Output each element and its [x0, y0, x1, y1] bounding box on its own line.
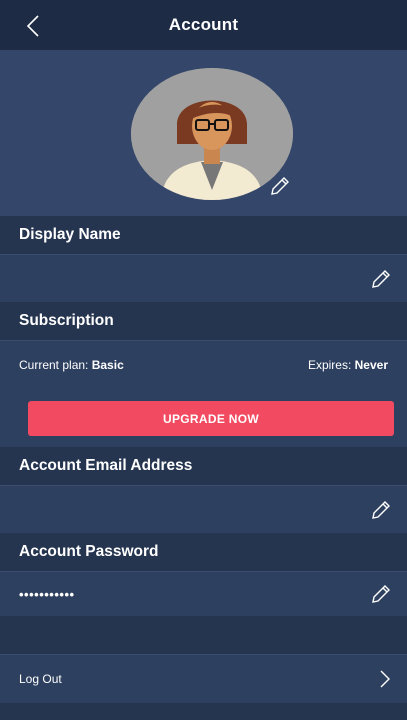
- back-button[interactable]: [22, 13, 44, 39]
- section-header-display-name: Display Name: [0, 216, 407, 254]
- section-header-subscription: Subscription: [0, 302, 407, 340]
- profile-section: [0, 50, 407, 216]
- upgrade-now-button[interactable]: UPGRADE NOW: [28, 401, 394, 436]
- section-header-email: Account Email Address: [0, 447, 407, 485]
- section-label: Account Email Address: [19, 457, 193, 474]
- expires-label: Expires:: [307, 357, 352, 372]
- section-label: Account Password: [19, 543, 159, 560]
- current-plan-value: Basic: [91, 357, 124, 372]
- current-plan-label: Current plan:: [19, 357, 89, 372]
- pencil-icon[interactable]: [369, 582, 393, 606]
- expires-value: Never: [354, 357, 388, 372]
- pencil-icon[interactable]: [369, 267, 393, 291]
- bottom-strip: [0, 703, 407, 720]
- expires-text: Expires: Never: [308, 358, 388, 372]
- subscription-plan-row: Current plan: Basic Expires: Never: [0, 340, 407, 388]
- chevron-right-icon: [380, 670, 390, 688]
- chevron-left-icon: [26, 15, 39, 37]
- section-header-password: Account Password: [0, 533, 407, 571]
- password-value: •••••••••••: [19, 586, 75, 602]
- display-name-field[interactable]: [0, 254, 407, 302]
- password-field[interactable]: •••••••••••: [0, 571, 407, 616]
- section-label: Subscription: [19, 312, 114, 329]
- account-screen: Account Display Name Subscription Curren…: [0, 0, 407, 720]
- logout-row[interactable]: Log Out: [0, 654, 407, 703]
- logout-label: Log Out: [19, 672, 62, 686]
- top-navbar: Account: [0, 0, 407, 50]
- upgrade-area: UPGRADE NOW: [0, 388, 407, 447]
- email-field[interactable]: [0, 485, 407, 533]
- section-label: Display Name: [19, 226, 121, 243]
- section-spacer: [0, 616, 407, 654]
- pencil-icon[interactable]: [268, 174, 292, 198]
- pencil-icon[interactable]: [369, 498, 393, 522]
- current-plan-text: Current plan: Basic: [19, 358, 124, 372]
- page-title: Account: [168, 15, 239, 34]
